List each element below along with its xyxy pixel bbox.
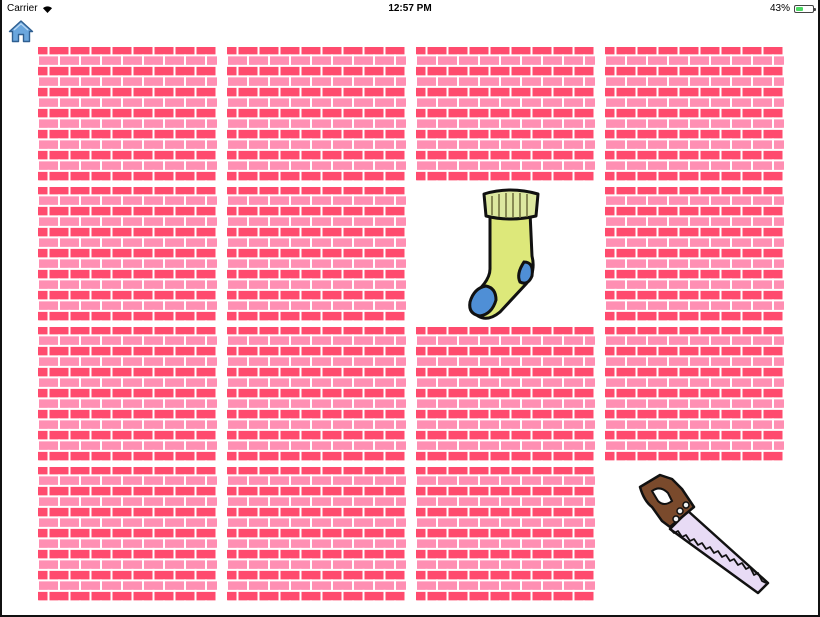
status-bar: Carrier 12:57 PM 43%: [0, 0, 820, 18]
card-face: [416, 187, 595, 321]
card-5[interactable]: [38, 187, 217, 321]
card-8[interactable]: [605, 187, 784, 321]
status-right: 43%: [769, 3, 816, 14]
battery-level: [796, 6, 803, 11]
card-back-pattern: [605, 327, 784, 461]
card-grid: [38, 47, 784, 601]
card-11[interactable]: [416, 327, 595, 461]
card-10[interactable]: [227, 327, 406, 461]
card-back-pattern: [227, 47, 406, 181]
home-icon: [8, 20, 34, 43]
card-14[interactable]: [227, 467, 406, 601]
card-back-pattern: [38, 47, 217, 181]
card-2[interactable]: [227, 47, 406, 181]
card-back-pattern: [416, 327, 595, 461]
card-13[interactable]: [38, 467, 217, 601]
card-face: [605, 467, 784, 601]
card-back-pattern: [416, 467, 595, 601]
home-button[interactable]: [8, 19, 34, 43]
battery-icon: [794, 4, 816, 13]
sock-icon: [467, 188, 539, 320]
card-back-pattern: [38, 467, 217, 601]
card-back-pattern: [416, 47, 595, 181]
card-15[interactable]: [416, 467, 595, 601]
card-back-pattern: [227, 327, 406, 461]
card-back-pattern: [227, 467, 406, 601]
card-4[interactable]: [605, 47, 784, 181]
card-1[interactable]: [38, 47, 217, 181]
card-16[interactable]: [605, 467, 784, 601]
card-7[interactable]: [416, 187, 595, 321]
card-back-pattern: [38, 187, 217, 321]
card-9[interactable]: [38, 327, 217, 461]
battery-cap: [814, 7, 816, 11]
card-back-pattern: [38, 327, 217, 461]
card-back-pattern: [605, 47, 784, 181]
hand-saw-icon: [638, 473, 769, 595]
card-back-pattern: [605, 187, 784, 321]
status-time: 12:57 PM: [388, 3, 432, 14]
card-3[interactable]: [416, 47, 595, 181]
card-6[interactable]: [227, 187, 406, 321]
battery-percent: 43%: [769, 3, 790, 14]
card-back-pattern: [227, 187, 406, 321]
card-12[interactable]: [605, 327, 784, 461]
